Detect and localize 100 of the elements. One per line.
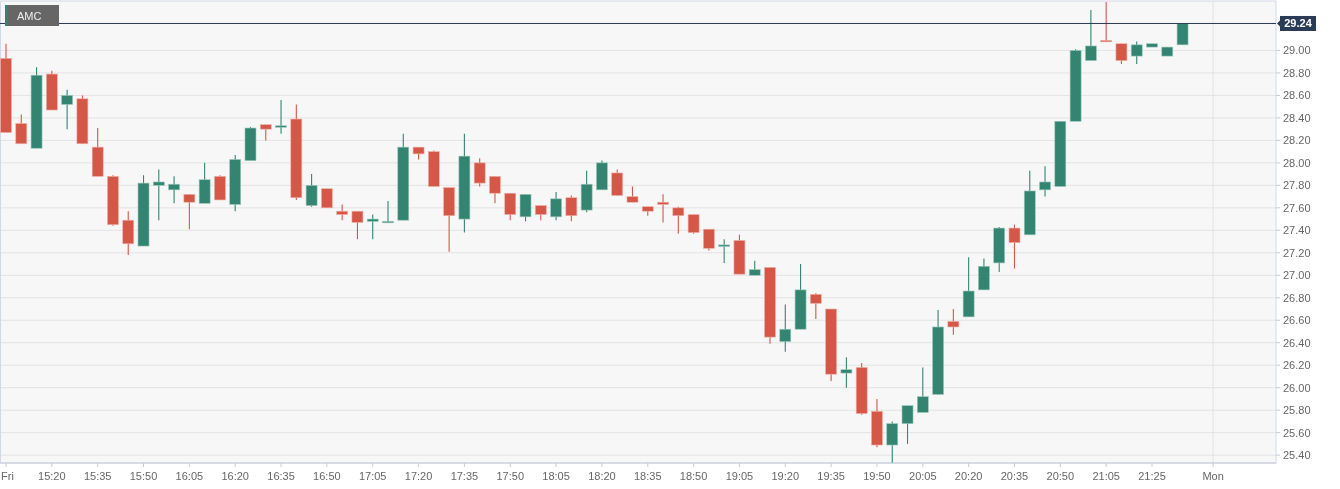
axis-label: 16:20	[221, 470, 249, 482]
candlestick	[336, 203, 348, 221]
axis-label: 28.40	[1283, 111, 1311, 124]
axis-label: 28.60	[1283, 89, 1311, 102]
axis-label: Mon	[1202, 470, 1224, 482]
axis-label: 28.80	[1283, 66, 1311, 79]
candlestick	[91, 127, 104, 177]
candlestick	[61, 89, 73, 130]
candlestick	[1039, 165, 1051, 198]
axis-label: 27.20	[1283, 246, 1311, 259]
candlestick	[626, 185, 639, 203]
candlestick	[611, 169, 623, 196]
candlestick	[351, 210, 364, 240]
candlestick	[1115, 43, 1128, 65]
axis-label: 20:20	[954, 470, 983, 482]
candlestick	[748, 260, 761, 276]
candlestick	[840, 356, 853, 389]
candlestick	[1085, 9, 1097, 62]
axis-label: 17:05	[358, 470, 387, 482]
candlestick	[489, 175, 501, 204]
candlestick	[305, 173, 318, 208]
candlestick	[917, 366, 929, 413]
candlestick	[519, 193, 532, 222]
axis-label: 26.80	[1283, 291, 1311, 304]
axis-label: 15:35	[83, 470, 112, 482]
candlestick	[244, 126, 257, 162]
axis-label: 21:05	[1092, 470, 1120, 482]
candlestick	[657, 193, 669, 223]
candlestick	[810, 292, 822, 320]
candlestick	[886, 420, 899, 464]
candlestick	[473, 157, 486, 187]
axis-label: 28.20	[1283, 134, 1311, 147]
candlestick	[1146, 43, 1158, 48]
axis-label: 20:50	[1046, 470, 1075, 482]
candlestick	[580, 170, 593, 213]
candlestick	[443, 187, 455, 253]
candlestick	[412, 146, 425, 161]
candlestick	[428, 149, 440, 187]
candlestick	[1176, 22, 1189, 46]
candlestick	[366, 214, 379, 240]
axis-label: 26.00	[1283, 381, 1311, 394]
axis-label: 16:50	[313, 470, 341, 482]
candlestick	[76, 94, 89, 145]
candlestick	[641, 206, 654, 217]
candlestick	[229, 154, 241, 212]
axis-label: 28.00	[1283, 156, 1311, 169]
candlestick	[1008, 224, 1021, 270]
axis-label: 21:25	[1138, 470, 1166, 482]
candlestick	[978, 257, 990, 291]
axis-label: 16:05	[175, 470, 204, 482]
axis-label: 29.00	[1283, 44, 1311, 57]
candlestick	[259, 124, 272, 141]
axis-label: 27.80	[1283, 179, 1311, 192]
axis-label: 25.80	[1283, 404, 1311, 417]
current-price-label: 29.24	[1277, 16, 1316, 31]
axis-label: 19:35	[817, 470, 845, 482]
axis-label: 26.60	[1283, 314, 1311, 327]
ref-line-label: 29.24	[1284, 17, 1313, 30]
axis-label: 26.40	[1283, 336, 1311, 349]
axis-label: 15:50	[129, 470, 158, 482]
candlestick	[871, 398, 883, 448]
axis-label: 18:20	[588, 470, 616, 482]
candlestick	[779, 303, 792, 353]
candlestick	[962, 256, 975, 318]
candlestick	[107, 174, 119, 227]
axis-label: 27.40	[1283, 224, 1311, 237]
candlestick	[275, 99, 287, 135]
axis-label: 19:20	[771, 470, 800, 482]
axis-label: Fri	[1, 470, 14, 482]
candlestick	[504, 192, 517, 221]
axis-label: 15:20	[38, 470, 66, 482]
candlestick	[947, 308, 960, 336]
candlestick	[1100, 1, 1112, 43]
symbol-tag: AMC	[5, 5, 59, 26]
candlestick	[1130, 40, 1143, 65]
axis-label: 18:35	[634, 470, 662, 482]
candlestick	[122, 210, 135, 256]
candlestick	[1023, 170, 1036, 236]
candlestick	[718, 238, 730, 264]
candlestick	[382, 200, 394, 224]
candlestick	[672, 206, 685, 235]
candlestick	[1054, 120, 1067, 187]
axis-label: 27.60	[1283, 201, 1311, 214]
axis-label: 25.60	[1283, 426, 1311, 439]
axis-label: 17:35	[450, 470, 479, 482]
candlestick	[46, 70, 58, 111]
candlestick	[535, 205, 547, 221]
candlestick	[687, 214, 700, 235]
candlestick	[794, 263, 807, 330]
candlestick	[733, 234, 746, 275]
candlestick	[321, 188, 333, 209]
axis-label: 27.00	[1283, 269, 1311, 282]
candlestick	[565, 194, 578, 222]
candlestick	[198, 162, 211, 204]
axis-label: 18:05	[542, 470, 570, 482]
axis-label: 20:35	[1000, 470, 1029, 482]
axis-label: 16:35	[267, 470, 295, 482]
candlestick	[214, 174, 226, 201]
candlestick	[15, 114, 28, 145]
axis-label: 20:05	[909, 470, 937, 482]
